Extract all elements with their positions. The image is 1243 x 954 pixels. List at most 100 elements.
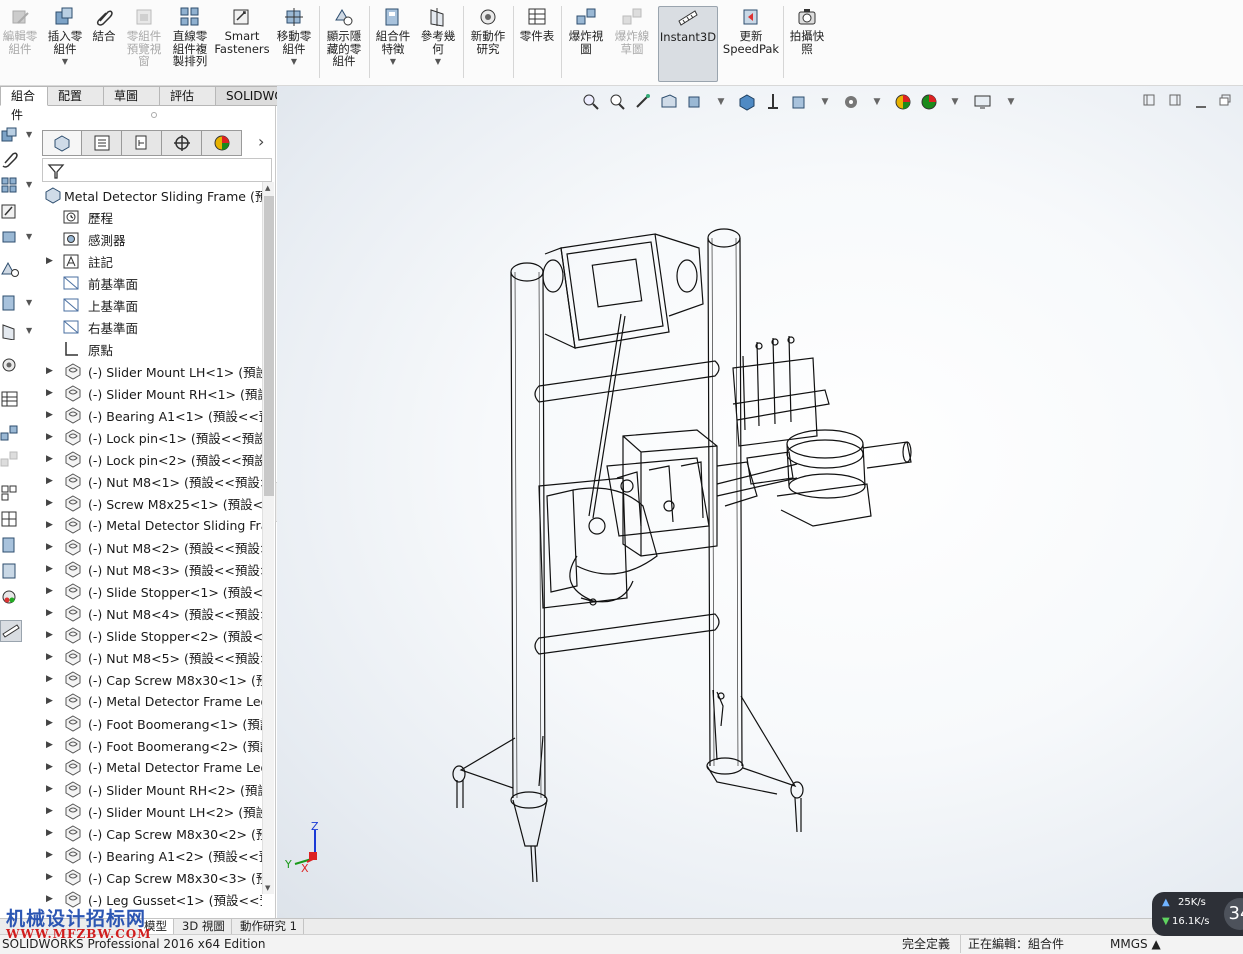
paperclip-icon[interactable] bbox=[0, 150, 20, 168]
explode-line-sketch-button[interactable]: 爆炸線 草圖 bbox=[610, 6, 654, 82]
tree-item-component[interactable]: ▶ (-) Foot Boomerang<2> (預設< bbox=[38, 734, 262, 756]
chevron-down-icon[interactable]: ▼ bbox=[26, 130, 32, 139]
panel-grip[interactable] bbox=[151, 112, 157, 118]
tree-item-component[interactable]: ▶ (-) Cap Screw M8x30<3> (預設 bbox=[38, 866, 262, 888]
tree-item-component[interactable]: ▶ (-) Nut M8<3> (預設<<預設>_ bbox=[38, 558, 262, 580]
property-manager-tab[interactable] bbox=[82, 130, 122, 156]
tree-item-component[interactable]: ▶ (-) Slider Mount RH<1> (預設< bbox=[38, 382, 262, 404]
expand-arrow-icon[interactable]: ▶ bbox=[46, 388, 53, 398]
tree-item-component[interactable]: ▶ (-) Slide Stopper<1> (預設<<預 bbox=[38, 580, 262, 602]
tree-item-component[interactable]: ▶ (-) Nut M8<1> (預設<<預設>_ bbox=[38, 470, 262, 492]
tree-root-assembly[interactable]: Metal Detector Sliding Frame (預設 bbox=[38, 184, 262, 206]
appearance-icon[interactable] bbox=[0, 588, 20, 606]
expand-arrow-icon[interactable]: ▶ bbox=[46, 410, 53, 420]
motion-study-icon[interactable] bbox=[0, 356, 20, 374]
tree-item-history[interactable]: 歷程 bbox=[38, 206, 262, 228]
chevron-down-icon[interactable]: ▼ bbox=[26, 298, 32, 307]
tree-item-component[interactable]: ▶ (-) Bearing A1<2> (預設<<預設 bbox=[38, 844, 262, 866]
tree-item-plane[interactable]: 右基準面 bbox=[38, 316, 262, 338]
reference-geometry-icon[interactable] bbox=[0, 322, 20, 341]
new-motion-study-button[interactable]: 新動作 研究 bbox=[466, 6, 510, 82]
tree-item-component[interactable]: ▶ (-) Screw M8x25<1> (預設<<預 bbox=[38, 492, 262, 514]
tree-item-component[interactable]: ▶ (-) Lock pin<2> (預設<<預設>_ bbox=[38, 448, 262, 470]
expand-arrow-icon[interactable]: ▶ bbox=[46, 366, 53, 376]
feature-tree-tab[interactable] bbox=[42, 130, 82, 156]
tree-item-component[interactable]: ▶ (-) Nut M8<5> (預設<<預設>_ bbox=[38, 646, 262, 668]
exploded-view-button[interactable]: 爆炸視 圖 bbox=[564, 6, 608, 82]
tab-3d-views[interactable]: 3D 視圖 bbox=[176, 919, 232, 935]
component-preview-button[interactable]: 零組件 預覽視 窗 bbox=[122, 6, 166, 82]
expand-arrow-icon[interactable]: ▶ bbox=[46, 476, 53, 486]
pattern-driven-icon[interactable] bbox=[0, 510, 20, 528]
tab-assembly[interactable]: 組合件 bbox=[0, 86, 48, 122]
expand-arrow-icon[interactable]: ▶ bbox=[46, 850, 53, 860]
expand-arrow-icon[interactable]: ▶ bbox=[46, 608, 53, 618]
expand-arrow-icon[interactable]: ▶ bbox=[46, 256, 53, 266]
tree-item-plane[interactable]: 前基準面 bbox=[38, 272, 262, 294]
tree-item-component[interactable]: ▶ (-) Metal Detector Frame Leg< bbox=[38, 756, 262, 778]
expand-arrow-icon[interactable]: ▶ bbox=[46, 762, 53, 772]
tree-item-component[interactable]: ▶ (-) Lock pin<1> (預設<<預設>_ bbox=[38, 426, 262, 448]
move-component-icon[interactable] bbox=[0, 228, 20, 246]
expand-arrow-icon[interactable]: ▶ bbox=[46, 586, 53, 596]
instant3d-button[interactable]: Instant3D bbox=[658, 6, 718, 82]
chevron-right-icon[interactable]: › bbox=[258, 132, 264, 151]
move-component-button[interactable]: 移動零 組件 ▼ bbox=[272, 6, 316, 82]
expand-arrow-icon[interactable]: ▶ bbox=[46, 740, 53, 750]
tab-sketch[interactable]: 草圖 bbox=[104, 86, 160, 106]
expand-arrow-icon[interactable]: ▶ bbox=[46, 828, 53, 838]
tree-item-component[interactable]: ▶ (-) Cap Screw M8x30<1> (預設 bbox=[38, 668, 262, 690]
expand-arrow-icon[interactable]: ▶ bbox=[46, 894, 53, 904]
chevron-down-icon[interactable]: ▼ bbox=[26, 326, 32, 335]
expand-arrow-icon[interactable]: ▶ bbox=[46, 872, 53, 882]
tree-item-sensor[interactable]: 感測器 bbox=[38, 228, 262, 250]
tree-item-component[interactable]: ▶ (-) Foot Boomerang<1> (預設< bbox=[38, 712, 262, 734]
tree-item-component[interactable]: ▶ (-) Metal Detector Frame Leg< bbox=[38, 690, 262, 712]
tree-item-annotation[interactable]: ▶ 註記 bbox=[38, 250, 262, 272]
tab-configuration[interactable]: 配置 bbox=[48, 86, 104, 106]
chevron-down-icon[interactable]: ▼ bbox=[291, 56, 297, 69]
chevron-down-icon[interactable]: ▼ bbox=[26, 232, 32, 241]
tree-item-component[interactable]: ▶ (-) Cap Screw M8x30<2> (預設 bbox=[38, 822, 262, 844]
scrollbar-thumb[interactable] bbox=[264, 196, 274, 496]
mate-button[interactable]: 結合 bbox=[88, 6, 120, 82]
expand-arrow-icon[interactable]: ▶ bbox=[46, 652, 53, 662]
reference-geometry-button[interactable]: 參考幾 何 ▼ bbox=[416, 6, 460, 82]
insert-component-button[interactable]: 插入零 組件 ▼ bbox=[44, 6, 86, 82]
expand-arrow-icon[interactable]: ▶ bbox=[46, 432, 53, 442]
expand-arrow-icon[interactable]: ▶ bbox=[46, 784, 53, 794]
dimxpert-tab[interactable] bbox=[162, 130, 202, 156]
expand-arrow-icon[interactable]: ▶ bbox=[46, 542, 53, 552]
tab-evaluate[interactable]: 評估 bbox=[160, 86, 216, 106]
expand-arrow-icon[interactable]: ▶ bbox=[46, 564, 53, 574]
speedpak-icon[interactable] bbox=[0, 562, 20, 580]
assembly-feature-icon[interactable] bbox=[0, 536, 20, 554]
expand-arrow-icon[interactable]: ▶ bbox=[46, 630, 53, 640]
take-snapshot-button[interactable]: 拍攝快 照 bbox=[786, 6, 828, 82]
smart-fasteners-button[interactable]: Smart Fasteners bbox=[214, 6, 270, 82]
tree-item-component[interactable]: ▶ (-) Nut M8<4> (預設<<預設>_ bbox=[38, 602, 262, 624]
chevron-down-icon[interactable]: ▼ bbox=[62, 56, 68, 69]
show-hidden-icon[interactable] bbox=[0, 260, 20, 278]
configuration-manager-tab[interactable] bbox=[122, 130, 162, 156]
tree-item-origin[interactable]: 原點 bbox=[38, 338, 262, 360]
expand-arrow-icon[interactable]: ▶ bbox=[46, 806, 53, 816]
expand-arrow-icon[interactable]: ▶ bbox=[46, 696, 53, 706]
expand-arrow-icon[interactable]: ▶ bbox=[46, 674, 53, 684]
chevron-down-icon[interactable]: ▼ bbox=[435, 56, 441, 69]
unit-system-selector[interactable]: MMGS ▲ bbox=[1110, 935, 1161, 954]
update-speedpak-button[interactable]: 更新 SpeedPak bbox=[722, 6, 780, 82]
chevron-down-icon[interactable]: ▼ bbox=[26, 180, 32, 189]
exploded-view-icon[interactable] bbox=[0, 424, 20, 442]
fastener-icon[interactable] bbox=[0, 202, 20, 220]
display-manager-tab[interactable] bbox=[202, 130, 242, 156]
edit-component-button[interactable]: 編輯零 組件 bbox=[0, 6, 40, 82]
tree-item-component[interactable]: ▶ (-) Slider Mount LH<1> (預設< bbox=[38, 360, 262, 382]
show-hidden-components-button[interactable]: 顯示隱 藏的零 組件 bbox=[322, 6, 366, 82]
table-icon[interactable] bbox=[0, 390, 20, 408]
assembly-features-button[interactable]: 組合件 特徵 ▼ bbox=[372, 6, 414, 82]
chevron-down-icon[interactable]: ▼ bbox=[390, 56, 396, 69]
tree-item-component[interactable]: ▶ (-) Slider Mount RH<2> (預設< bbox=[38, 778, 262, 800]
tree-item-component[interactable]: ▶ (-) Slide Stopper<2> (預設<<預 bbox=[38, 624, 262, 646]
expand-arrow-icon[interactable]: ▶ bbox=[46, 454, 53, 464]
